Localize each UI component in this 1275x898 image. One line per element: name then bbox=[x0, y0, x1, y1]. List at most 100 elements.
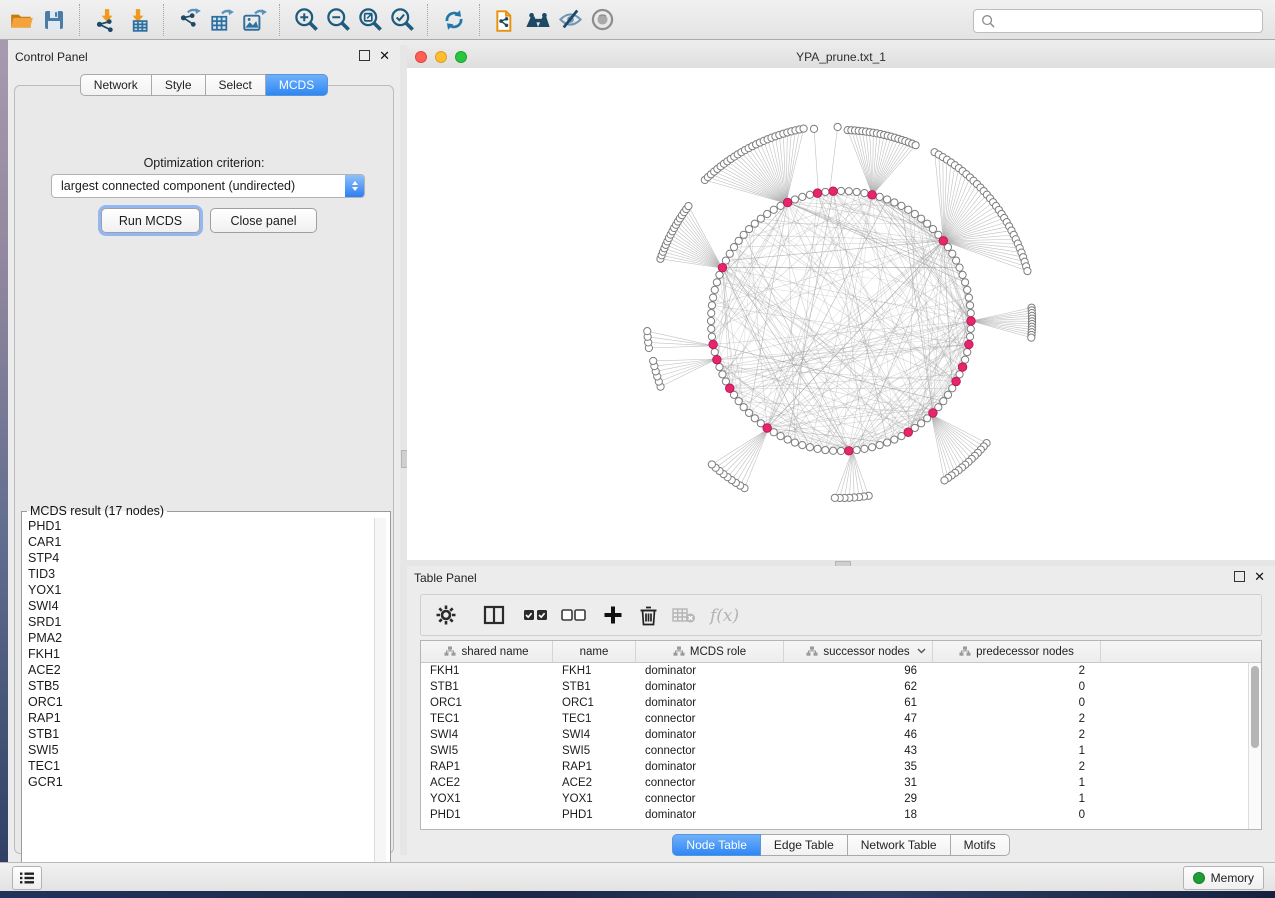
network-window-titlebar[interactable]: YPA_prune.txt_1 bbox=[407, 45, 1275, 69]
mcds-result-item[interactable]: TEC1 bbox=[22, 758, 390, 774]
ring-node[interactable] bbox=[944, 391, 951, 398]
mcds-node[interactable] bbox=[718, 263, 727, 272]
table-scrollbar[interactable] bbox=[1248, 663, 1261, 829]
mcds-result-item[interactable]: ACE2 bbox=[22, 662, 390, 678]
mcds-node[interactable] bbox=[783, 198, 792, 207]
ring-node[interactable] bbox=[959, 271, 966, 278]
ring-node[interactable] bbox=[962, 279, 969, 286]
mcds-result-item[interactable]: FKH1 bbox=[22, 646, 390, 662]
table-row[interactable]: SWI4SWI4dominator462 bbox=[421, 727, 1261, 743]
ring-node[interactable] bbox=[918, 215, 925, 222]
ring-node[interactable] bbox=[711, 286, 718, 293]
tab-select[interactable]: Select bbox=[206, 74, 266, 96]
mcds-node[interactable] bbox=[709, 340, 718, 349]
maximize-window-icon[interactable] bbox=[455, 51, 467, 63]
ring-node[interactable] bbox=[966, 302, 973, 309]
ring-node[interactable] bbox=[716, 363, 723, 370]
zoom-fit-button[interactable] bbox=[354, 4, 386, 36]
mcds-result-item[interactable]: SWI5 bbox=[22, 742, 390, 758]
ring-node[interactable] bbox=[965, 294, 972, 301]
ring-node[interactable] bbox=[964, 286, 971, 293]
ring-node[interactable] bbox=[716, 271, 723, 278]
ring-node[interactable] bbox=[967, 325, 974, 332]
minimize-window-icon[interactable] bbox=[435, 51, 447, 63]
float-panel-icon[interactable] bbox=[359, 50, 370, 61]
toggle-style-button[interactable] bbox=[554, 4, 586, 36]
close-panel-icon[interactable]: ✕ bbox=[379, 50, 390, 61]
table-settings-button[interactable] bbox=[435, 600, 457, 630]
ring-node[interactable] bbox=[876, 193, 883, 200]
close-window-icon[interactable] bbox=[415, 51, 427, 63]
ring-node[interactable] bbox=[898, 202, 905, 209]
ring-node[interactable] bbox=[711, 349, 718, 356]
mcds-result-item[interactable]: GCR1 bbox=[22, 774, 390, 790]
mcds-node[interactable] bbox=[904, 428, 913, 437]
satellite-node[interactable] bbox=[1028, 334, 1035, 341]
delete-table-button[interactable] bbox=[672, 600, 696, 630]
column-header-successor-nodes[interactable]: successor nodes bbox=[784, 641, 933, 662]
satellite-node[interactable] bbox=[644, 328, 651, 335]
satellite-node[interactable] bbox=[810, 125, 817, 132]
ring-node[interactable] bbox=[799, 193, 806, 200]
ring-node[interactable] bbox=[707, 317, 714, 324]
ring-node[interactable] bbox=[822, 446, 829, 453]
function-builder-button[interactable]: f(x) bbox=[708, 600, 750, 630]
ring-node[interactable] bbox=[966, 333, 973, 340]
ring-node[interactable] bbox=[949, 250, 956, 257]
ring-node[interactable] bbox=[708, 333, 715, 340]
satellite-node[interactable] bbox=[708, 461, 715, 468]
ring-node[interactable] bbox=[861, 445, 868, 452]
ring-node[interactable] bbox=[764, 210, 771, 217]
ring-node[interactable] bbox=[837, 447, 844, 454]
import-table-button[interactable] bbox=[122, 4, 154, 36]
ring-node[interactable] bbox=[799, 442, 806, 449]
network-canvas[interactable] bbox=[407, 68, 1275, 560]
memory-button[interactable]: Memory bbox=[1183, 866, 1264, 890]
tab-edge-table[interactable]: Edge Table bbox=[761, 834, 848, 856]
mcds-result-item[interactable]: STB5 bbox=[22, 678, 390, 694]
column-header-name[interactable]: name bbox=[553, 641, 636, 662]
ring-node[interactable] bbox=[708, 302, 715, 309]
ring-node[interactable] bbox=[708, 325, 715, 332]
zoom-selected-button[interactable] bbox=[386, 4, 418, 36]
mcds-node[interactable] bbox=[813, 189, 822, 198]
table-row[interactable]: TEC1TEC1connector472 bbox=[421, 711, 1261, 727]
ring-node[interactable] bbox=[713, 279, 720, 286]
deselect-all-button[interactable] bbox=[561, 600, 587, 630]
ring-node[interactable] bbox=[962, 356, 969, 363]
ring-node[interactable] bbox=[757, 215, 764, 222]
ring-node[interactable] bbox=[814, 445, 821, 452]
ring-node[interactable] bbox=[830, 447, 837, 454]
table-row[interactable]: ACE2ACE2connector311 bbox=[421, 775, 1261, 791]
tab-node-table[interactable]: Node Table bbox=[672, 834, 761, 856]
ring-node[interactable] bbox=[883, 196, 890, 203]
mcds-node[interactable] bbox=[829, 187, 838, 196]
ring-node[interactable] bbox=[777, 433, 784, 440]
mcds-result-item[interactable]: TID3 bbox=[22, 566, 390, 582]
ring-node[interactable] bbox=[730, 244, 737, 251]
float-panel-icon[interactable] bbox=[1234, 571, 1245, 582]
column-header-MCDS-role[interactable]: MCDS role bbox=[636, 641, 784, 662]
mcds-node[interactable] bbox=[939, 237, 948, 246]
ring-node[interactable] bbox=[853, 188, 860, 195]
save-session-button[interactable] bbox=[38, 4, 70, 36]
export-image-button[interactable] bbox=[238, 4, 270, 36]
satellite-node[interactable] bbox=[1024, 267, 1031, 274]
satellite-node[interactable] bbox=[800, 125, 807, 132]
ring-node[interactable] bbox=[735, 398, 742, 405]
ring-node[interactable] bbox=[710, 294, 717, 301]
mcds-node[interactable] bbox=[965, 340, 974, 349]
export-table-button[interactable] bbox=[206, 4, 238, 36]
ring-node[interactable] bbox=[719, 371, 726, 378]
ring-node[interactable] bbox=[929, 225, 936, 232]
mcds-node[interactable] bbox=[952, 377, 961, 386]
ring-node[interactable] bbox=[708, 310, 715, 317]
table-row[interactable]: STB1STB1dominator620 bbox=[421, 679, 1261, 695]
ring-node[interactable] bbox=[735, 237, 742, 244]
mcds-result-item[interactable]: SWI4 bbox=[22, 598, 390, 614]
ring-node[interactable] bbox=[791, 196, 798, 203]
satellite-node[interactable] bbox=[685, 202, 692, 209]
select-all-button[interactable] bbox=[523, 600, 549, 630]
mcds-result-item[interactable]: PMA2 bbox=[22, 630, 390, 646]
share-network-button[interactable] bbox=[490, 4, 522, 36]
